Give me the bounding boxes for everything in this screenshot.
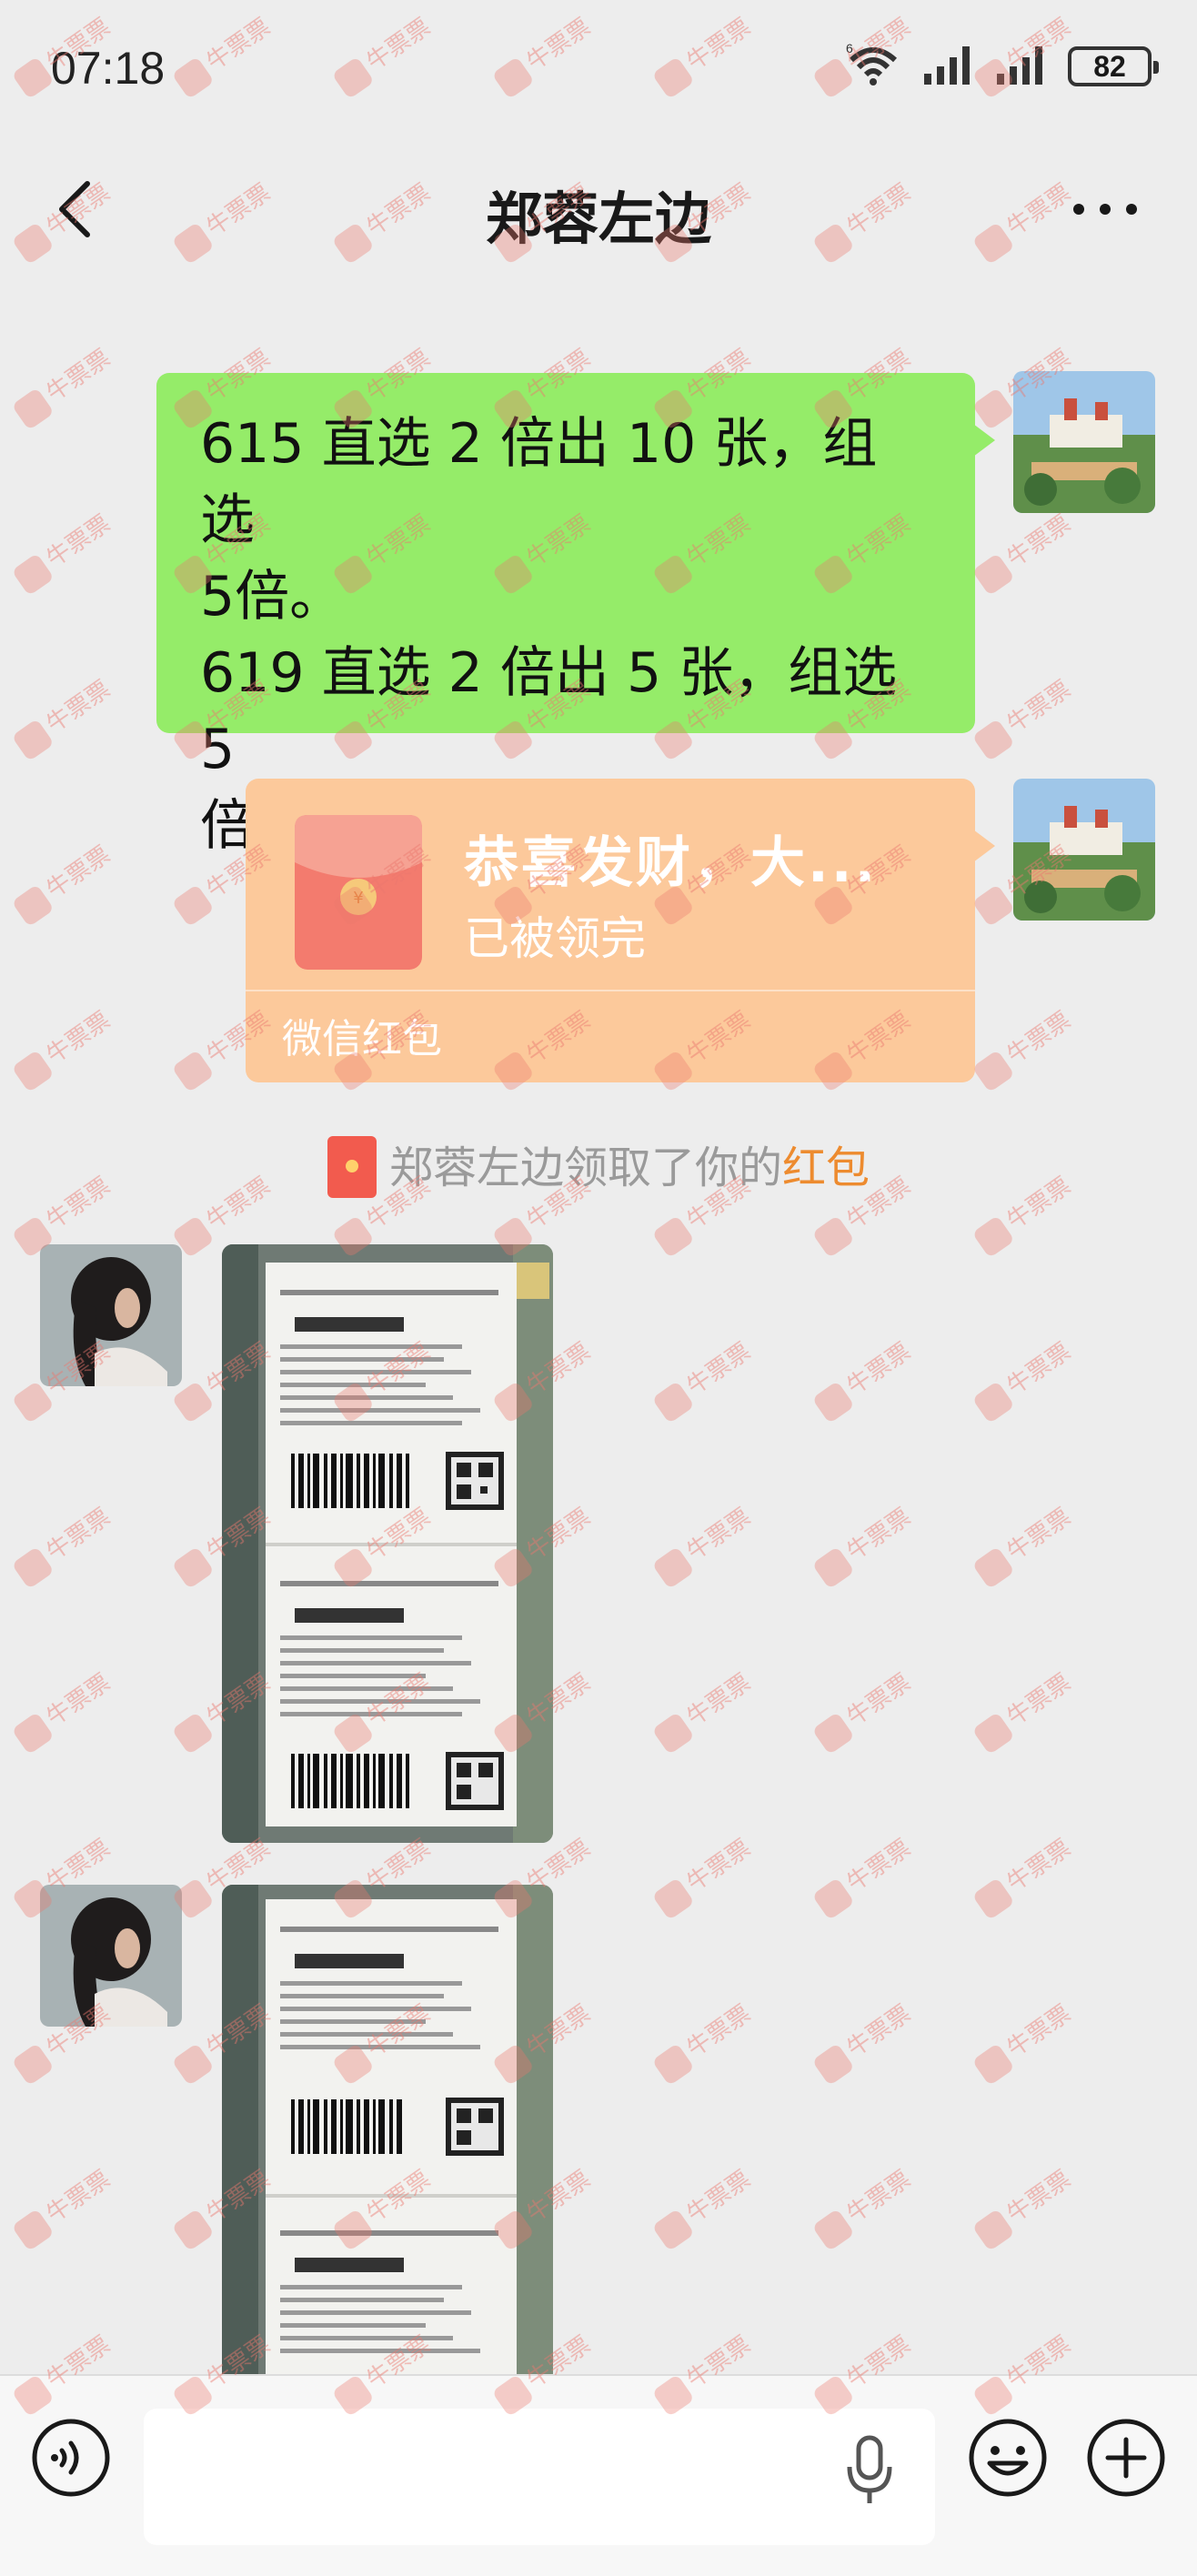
my-avatar[interactable] (1013, 779, 1155, 921)
watermark-mark: 牛票票 (970, 671, 1078, 761)
emoji-button[interactable] (966, 2416, 1050, 2500)
sent-text-bubble[interactable]: 615 直选 2 倍出 10 张，组选 5倍。 619 直选 2 倍出 5 张，… (156, 373, 995, 858)
contact-avatar[interactable] (40, 1244, 182, 1386)
voice-icon (32, 2419, 110, 2497)
watermark-mark: 牛票票 (970, 1665, 1078, 1755)
status-icons: 6 82 (846, 41, 1159, 91)
watermark-mark: 牛票票 (9, 1665, 117, 1755)
watermark-mark: 牛票票 (9, 837, 117, 927)
watermark-mark: 牛票票 (649, 1333, 758, 1424)
watermark-mark: 牛票票 (810, 1830, 918, 1920)
watermark-mark: 牛票票 (9, 2161, 117, 2251)
watermark-mark: 牛票票 (810, 1996, 918, 2086)
watermark-mark: 牛票票 (970, 1830, 1078, 1920)
watermark-mark: 牛票票 (9, 340, 117, 430)
watermark-mark: 牛票票 (649, 2161, 758, 2251)
watermark-mark: 牛票票 (9, 506, 117, 596)
emoji-icon (969, 2419, 1047, 2497)
system-message-text: 郑蓉左边领取了你的 (388, 1142, 782, 1193)
chat-title: 郑蓉左边 (485, 186, 711, 252)
red-packet-link[interactable]: 红包 (782, 1142, 870, 1193)
more-dots-icon (1073, 204, 1137, 215)
message-line: 615 直选 2 倍出 10 张，组选 (200, 412, 878, 552)
message-line: 619 直选 2 倍出 5 张，组选 5 (200, 641, 898, 781)
wifi-icon: 6 (846, 41, 900, 91)
ticket-photo[interactable] (222, 1885, 553, 2374)
signal-icon-2 (995, 45, 1046, 88)
microphone-icon[interactable] (842, 2434, 897, 2507)
chat-header: 郑蓉左边 (0, 136, 1197, 282)
watermark-mark: 牛票票 (970, 2161, 1078, 2251)
message-line: 5倍。 (200, 565, 345, 629)
voice-mode-button[interactable] (29, 2416, 113, 2500)
battery-indicator: 82 (1068, 46, 1159, 86)
red-packet-icon: ¥ (295, 815, 422, 970)
contact-avatar[interactable] (40, 1885, 182, 2027)
red-packet-label: 微信红包 (282, 1016, 442, 1062)
watermark-mark: 牛票票 (810, 2161, 918, 2251)
svg-text:6: 6 (846, 42, 853, 55)
chat-input-bar (0, 2374, 1197, 2576)
system-message: 郑蓉左边领取了你的红包 (0, 1132, 1197, 1202)
watermark-mark: 牛票票 (810, 1333, 918, 1424)
ticket-photo[interactable] (222, 1244, 553, 1843)
watermark-mark: 牛票票 (810, 1499, 918, 1589)
watermark-mark: 牛票票 (970, 1333, 1078, 1424)
svg-text:¥: ¥ (353, 889, 363, 908)
more-button[interactable] (1064, 173, 1146, 246)
red-packet-small-icon (327, 1136, 377, 1198)
watermark-mark: 牛票票 (649, 1996, 758, 2086)
watermark-mark: 牛票票 (970, 1002, 1078, 1092)
status-bar: 07:18 6 82 (0, 0, 1197, 136)
message-input[interactable] (144, 2409, 935, 2545)
red-packet-title: 恭喜发财，大... (464, 831, 879, 895)
more-functions-button[interactable] (1084, 2416, 1168, 2500)
red-packet-divider (246, 990, 975, 991)
watermark-mark: 牛票票 (649, 1830, 758, 1920)
red-packet-message[interactable]: ¥ 恭喜发财，大... 已被领完 微信红包 (246, 779, 995, 1082)
my-avatar[interactable] (1013, 371, 1155, 513)
watermark-mark: 牛票票 (9, 1499, 117, 1589)
watermark-mark: 牛票票 (649, 1499, 758, 1589)
plus-icon (1087, 2419, 1165, 2497)
watermark-mark: 牛票票 (970, 506, 1078, 596)
watermark-mark: 牛票票 (9, 671, 117, 761)
watermark-mark: 牛票票 (970, 1996, 1078, 2086)
red-packet-status: 已被领完 (464, 912, 646, 965)
signal-icon-1 (922, 45, 973, 88)
watermark-mark: 牛票票 (810, 1665, 918, 1755)
watermark-mark: 牛票票 (9, 1002, 117, 1092)
watermark-mark: 牛票票 (970, 1499, 1078, 1589)
status-time: 07:18 (51, 43, 166, 94)
watermark-mark: 牛票票 (649, 1665, 758, 1755)
